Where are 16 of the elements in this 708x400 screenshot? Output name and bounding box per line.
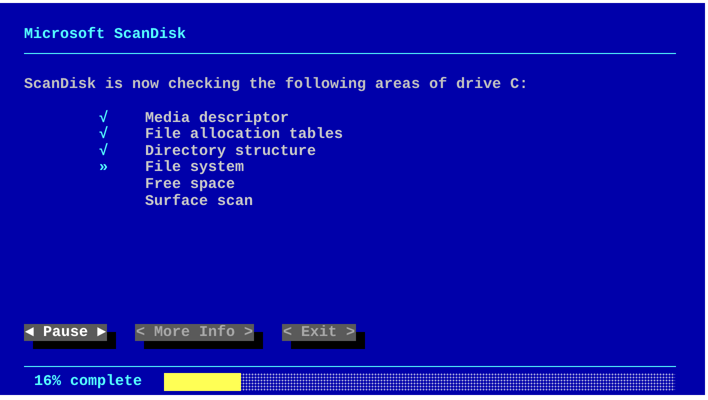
area-label: Surface scan bbox=[145, 194, 254, 210]
status-marker: √ bbox=[99, 144, 110, 160]
status-marker: » bbox=[99, 160, 110, 177]
status-marker: √ bbox=[99, 127, 110, 144]
dialog-button[interactable]: < More Info > bbox=[135, 324, 254, 342]
status-message: ScanDisk is now checking the following areas of drive C: bbox=[24, 77, 530, 94]
area-label: Media descriptor bbox=[145, 110, 290, 127]
dialog-button[interactable]: < Exit > bbox=[282, 324, 356, 342]
area-label: File allocation tables bbox=[145, 127, 344, 144]
dialog-button[interactable]: ◄ Pause ► bbox=[24, 324, 108, 342]
progress-text: 16% complete bbox=[34, 374, 144, 390]
window-title: Microsoft ScanDisk bbox=[24, 27, 188, 45]
area-label: Free space bbox=[145, 176, 236, 194]
area-label: File system bbox=[145, 160, 244, 177]
area-label: Directory structure bbox=[145, 144, 316, 160]
status-marker: √ bbox=[99, 110, 110, 127]
